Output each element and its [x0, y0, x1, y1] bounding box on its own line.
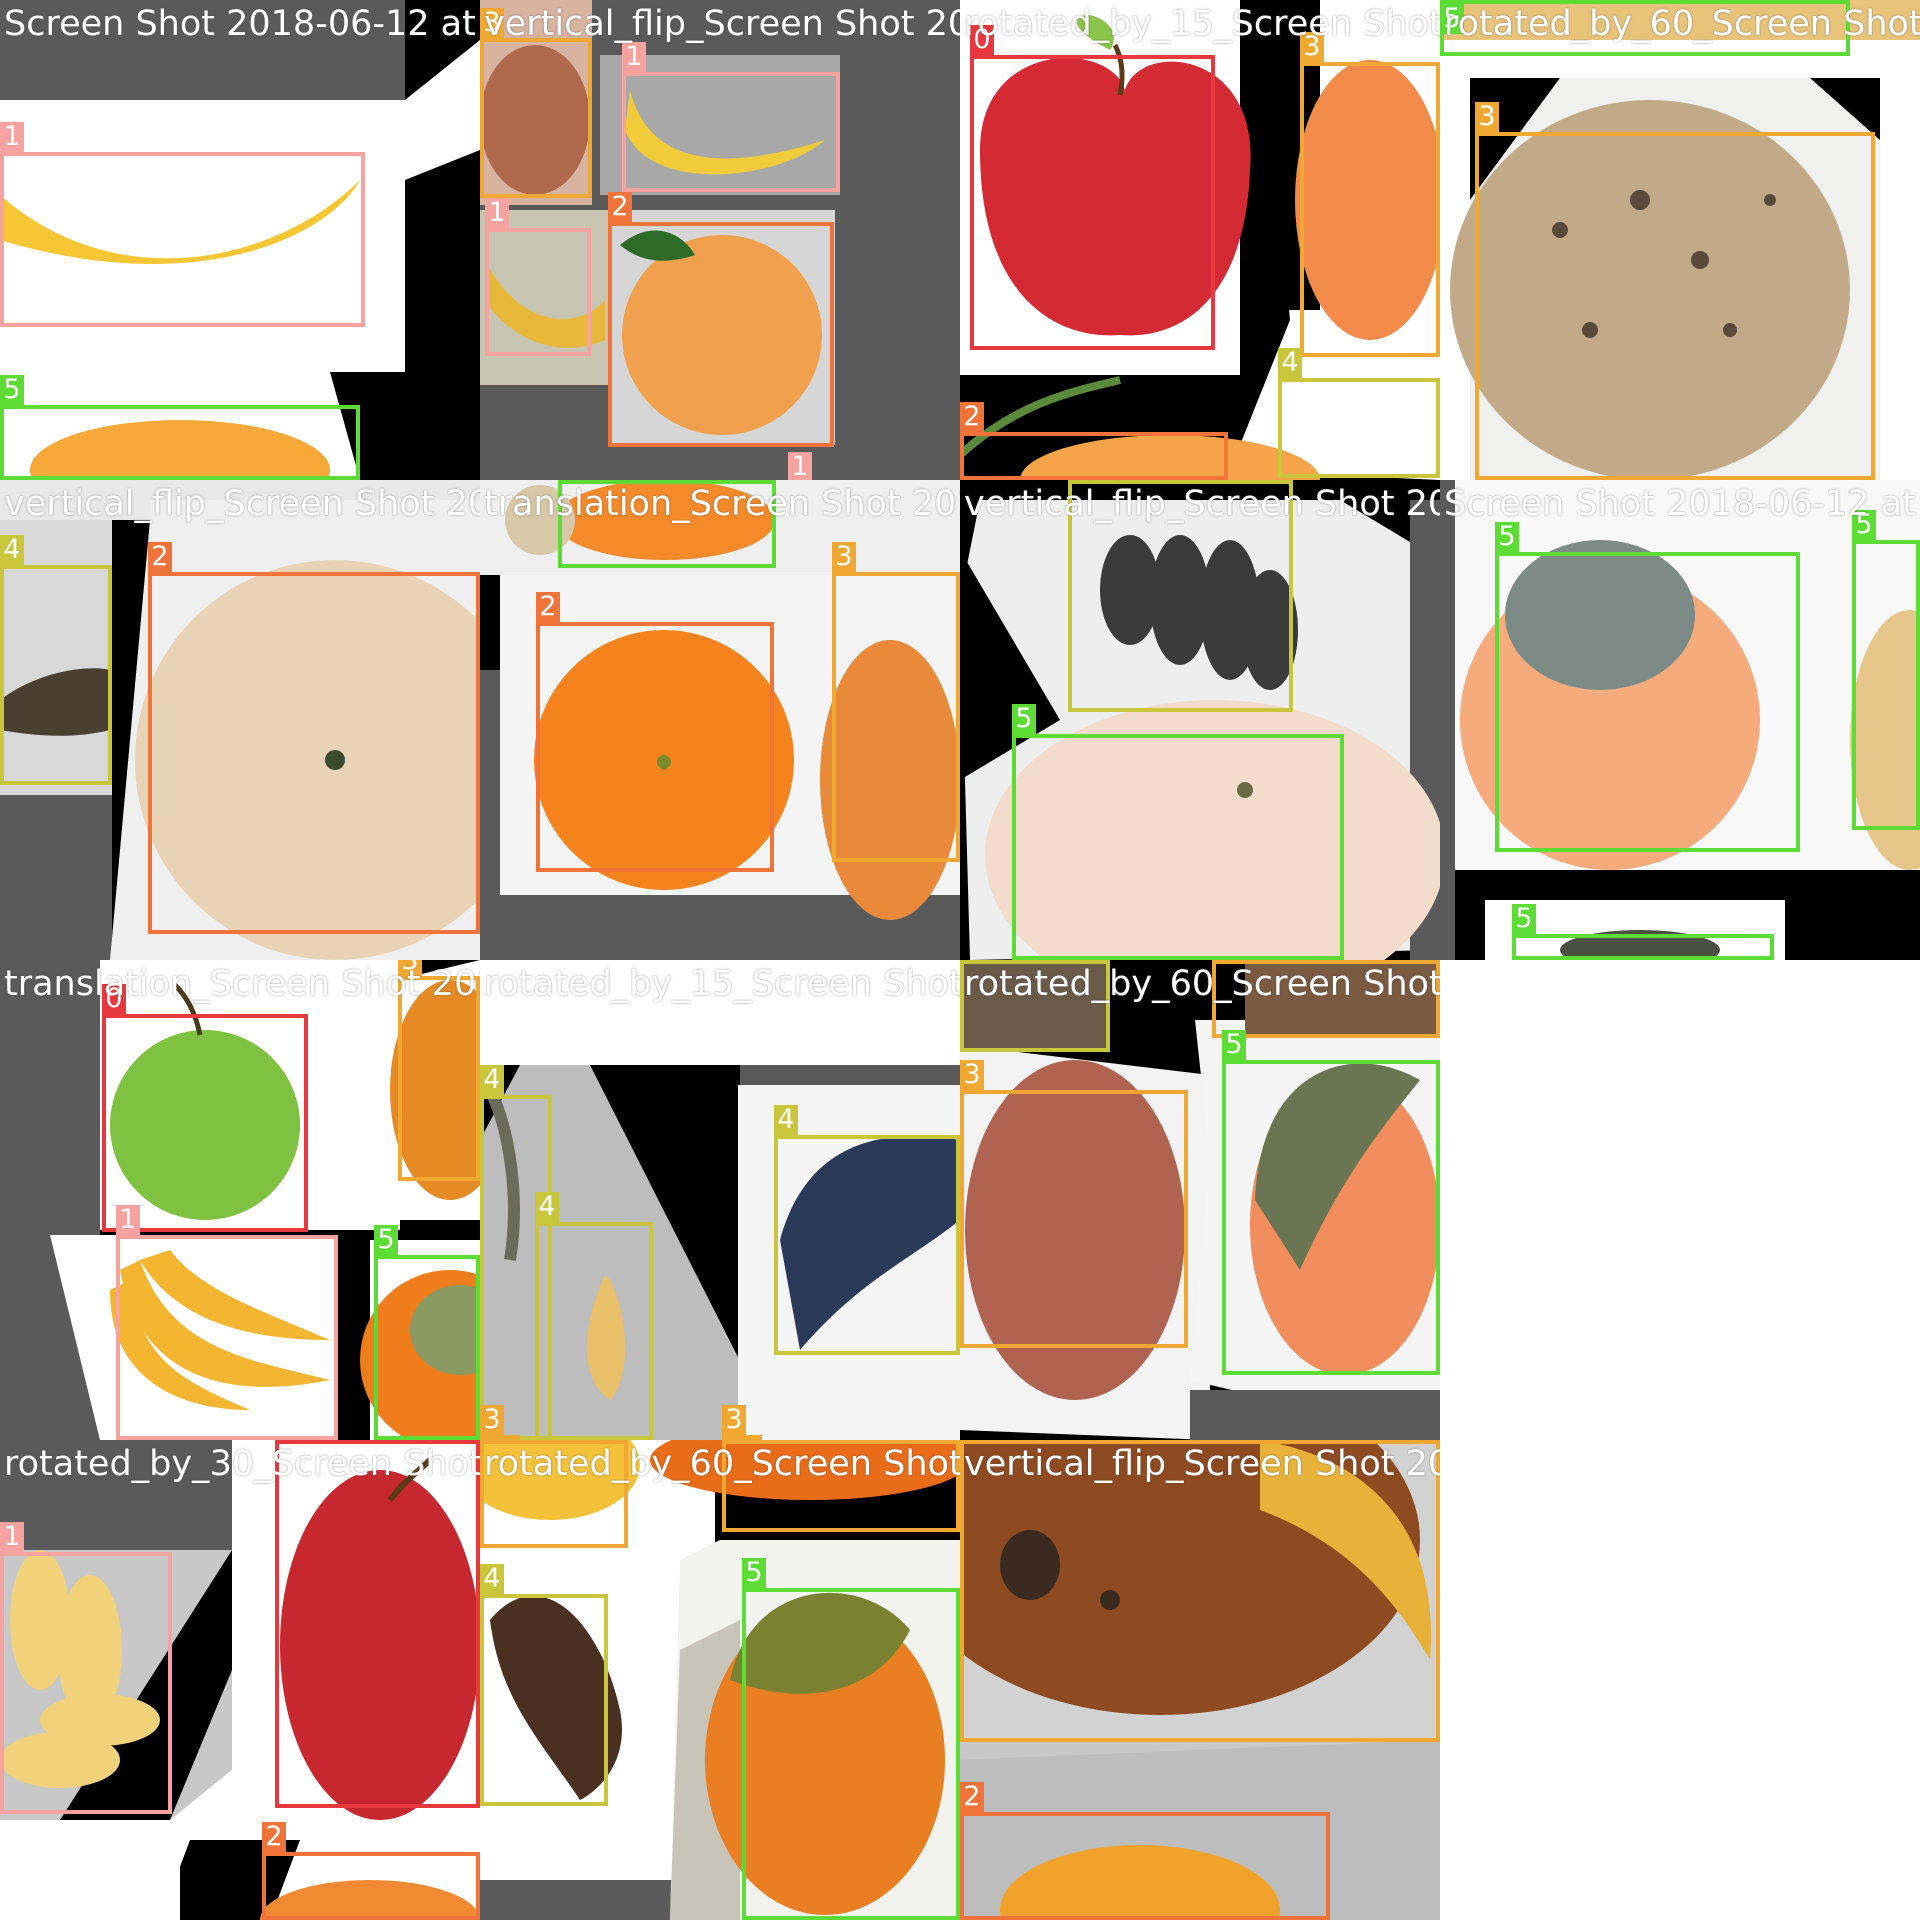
- bbox-class-1: 1: [0, 122, 365, 327]
- bbox-label: 5: [1012, 704, 1036, 734]
- bbox-class-3: 3: [1300, 32, 1440, 357]
- bbox-label: 5: [0, 375, 24, 405]
- bbox-label: 4: [480, 1065, 504, 1095]
- bbox-label: 2: [960, 402, 984, 432]
- tile-title: Screen Shot 2018-06-12 at: [4, 4, 476, 44]
- bbox-class-2: 2: [960, 402, 1228, 480]
- mosaic-tile-11: rotated_by_60_Screen Shot 2018-06-12 at …: [960, 960, 1440, 1440]
- bbox-class-1: 1: [0, 1522, 172, 1814]
- bbox-label: 1: [622, 42, 646, 72]
- bbox-label: 4: [1278, 348, 1302, 378]
- bbox-class-4: 4: [480, 1564, 608, 1806]
- bbox-label: 2: [148, 542, 172, 572]
- bbox-label: 4: [480, 1564, 504, 1594]
- mosaic-empty-area: [1440, 1440, 1920, 1920]
- tile-title: Screen Shot 2018-06-12 at: [1444, 484, 1916, 524]
- bbox-label: 1: [116, 1205, 140, 1235]
- bbox-class-2: 2: [148, 542, 480, 934]
- bbox-class-5: 5: [1512, 904, 1774, 960]
- bbox-class-5: 5: [1222, 1030, 1440, 1375]
- bbox-class-1: 1: [485, 198, 591, 356]
- bbox-class-3: 3: [398, 960, 480, 1181]
- tile-title: translation_Screen Shot 2018-06-08 at: [4, 964, 480, 1004]
- mosaic-tile-14: vertical_flip_Screen Shot 2018-06-08 at …: [960, 1440, 1440, 1920]
- mosaic-tile-10: rotated_by_15_Screen Shot 4 4 4 3 3: [480, 960, 960, 1440]
- mosaic-tile-13: rotated_by_60_Screen Shot 3 4 5 3: [480, 1440, 960, 1920]
- bbox-label: 5: [1222, 1030, 1246, 1060]
- bbox-label: 4: [0, 535, 24, 565]
- bbox-label: 2: [536, 592, 560, 622]
- mosaic-tile-12: rotated_by_30_Screen Shot 1 0 2: [0, 1440, 480, 1920]
- bbox-class-5: 5: [1012, 704, 1344, 960]
- mosaic-tile-4: rotated_by_60_Screen Shot 5 3: [1440, 0, 1920, 480]
- tile-title: vertical_flip_Screen Shot 2018-06-07 at: [484, 4, 960, 44]
- mosaic-tile-6: translation_Screen Shot 2018 5 2 3: [480, 480, 960, 960]
- tile-title: rotated_by_60_Screen Shot: [484, 1444, 960, 1484]
- training-batch-mosaic: Screen Shot 2018-06-12 at 1 5 vertical_f…: [0, 0, 1920, 1920]
- bbox-class-3: 3: [832, 542, 960, 862]
- bbox-label: 4: [774, 1105, 798, 1135]
- bbox-label: 3: [1475, 102, 1499, 132]
- tile-title: vertical_flip_Screen Shot 20: [4, 484, 480, 524]
- mosaic-tile-3: rotated_by_15_Screen Shot 2018-06-12 at …: [960, 0, 1440, 480]
- bbox-label: 1: [485, 198, 509, 228]
- bbox-class-4: 4: [0, 535, 112, 785]
- bbox-label: 2: [262, 1822, 286, 1852]
- bbox-label: 5: [742, 1558, 766, 1588]
- bbox-outline: [960, 1440, 1440, 1742]
- bbox-class-2: 2: [608, 192, 834, 447]
- tile-title: rotated_by_60_Screen Shot: [1444, 4, 1920, 44]
- bbox-label: 5: [1495, 522, 1519, 552]
- bbox-class-5: 5: [742, 1558, 960, 1920]
- bbox-class-2: 2: [536, 592, 774, 872]
- bbox-class-1: 1: [622, 42, 840, 192]
- mosaic-empty-area: [1440, 960, 1920, 1440]
- tile-title: rotated_by_15_Screen Shot: [484, 964, 960, 1004]
- bbox-class-5: 5: [374, 1225, 480, 1440]
- tile-title: translation_Screen Shot 2018: [484, 484, 960, 524]
- bbox-class-0: 0: [275, 1440, 480, 1808]
- bbox-class-0: 0: [102, 984, 308, 1232]
- bbox-class-4: 4: [1278, 348, 1440, 478]
- bbox-label: 1: [0, 1522, 24, 1552]
- bbox-class-5: 5: [0, 375, 360, 480]
- mosaic-tile-1: Screen Shot 2018-06-12 at 1 5: [0, 0, 480, 480]
- bbox-class-3: 3: [960, 1060, 1188, 1348]
- bbox-label: 1: [0, 122, 24, 152]
- tile-title: vertical_flip_Screen Shot 2018-06-08 at: [964, 1444, 1440, 1484]
- bbox-class-4: 4: [774, 1105, 960, 1355]
- bbox-label: 5: [1512, 904, 1536, 934]
- bbox-class-0: 0: [970, 25, 1215, 350]
- bbox-class-5: 5: [1495, 522, 1800, 852]
- tile-title: rotated_by_30_Screen Shot: [4, 1444, 480, 1484]
- mosaic-tile-9: translation_Screen Shot 2018-06-08 at 0 …: [0, 960, 480, 1440]
- bbox-class-3: 3: [480, 8, 592, 198]
- bbox-label: 5: [374, 1225, 398, 1255]
- bbox-class-1: 1: [116, 1205, 338, 1440]
- mosaic-tile-2: vertical_flip_Screen Shot 2018-06-07 at …: [480, 0, 960, 480]
- bbox-label: 1: [788, 452, 812, 480]
- mosaic-tile-8: Screen Shot 2018-06-12 at 5 5 5: [1440, 480, 1920, 960]
- bbox-class-4: 4: [535, 1192, 653, 1440]
- bbox-class-3: 3: [1475, 102, 1875, 480]
- mosaic-tile-5: vertical_flip_Screen Shot 20 4 2: [0, 480, 480, 960]
- bbox-label: 2: [608, 192, 632, 222]
- bbox-class-2: 2: [262, 1822, 480, 1920]
- mosaic-tile-7: vertical_flip_Screen Shot 20 4 5: [960, 480, 1440, 960]
- bbox-label: 3: [480, 1405, 504, 1435]
- bbox-label: 3: [832, 542, 856, 572]
- tile-title: rotated_by_60_Screen Shot 2018-06-12 at: [964, 964, 1440, 1004]
- bbox-class-2: 2: [960, 1782, 1330, 1920]
- bbox-class-5: 5: [1852, 510, 1920, 830]
- tile-title: vertical_flip_Screen Shot 20: [964, 484, 1440, 524]
- bbox-label: 3: [722, 1405, 746, 1435]
- bbox-label: 3: [960, 1060, 984, 1090]
- bbox-label: 4: [535, 1192, 559, 1222]
- tile-title: rotated_by_15_Screen Shot 2018-06-12 at: [964, 4, 1440, 44]
- bbox-label: 2: [960, 1782, 984, 1812]
